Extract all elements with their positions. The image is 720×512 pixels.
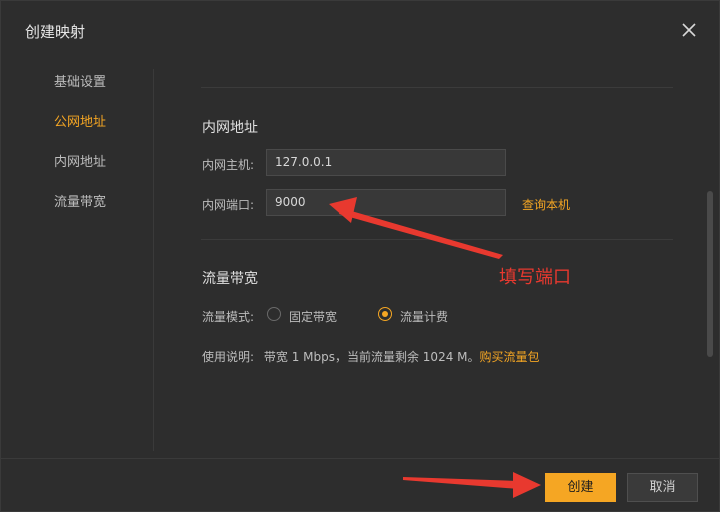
port-label: 内网端口:: [202, 198, 255, 212]
usage-note: 使用说明: 带宽 1 Mbps，当前流量剩余 1024 M。购买流量包: [202, 348, 540, 365]
scrollbar[interactable]: [707, 191, 713, 357]
internal-address-section-title: 内网地址: [202, 120, 258, 136]
sidebar-item-basic-settings[interactable]: 基础设置: [54, 71, 106, 90]
host-label: 内网主机:: [202, 158, 255, 172]
sidebar-item-public-address[interactable]: 公网地址: [54, 111, 106, 130]
section-divider-middle: [201, 239, 673, 240]
query-local-link[interactable]: 查询本机: [522, 196, 570, 213]
bandwidth-section-title: 流量带宽: [202, 271, 258, 287]
sidebar-item-bandwidth[interactable]: 流量带宽: [54, 191, 106, 210]
usage-label: 使用说明:: [202, 350, 255, 364]
usage-text: 带宽 1 Mbps，当前流量剩余 1024 M。: [263, 350, 480, 364]
create-mapping-dialog: 创建映射 基础设置 公网地址 内网地址 流量带宽 内网地址 内网主机: 127.…: [0, 0, 720, 512]
radio-fixed-bandwidth-label[interactable]: 固定带宽: [289, 308, 337, 325]
host-input[interactable]: 127.0.0.1: [266, 149, 506, 176]
radio-traffic-billing-label[interactable]: 流量计费: [400, 308, 448, 325]
close-icon: [682, 23, 696, 37]
arrow-to-create: [403, 472, 541, 498]
dialog-title: 创建映射: [25, 23, 86, 41]
radio-fixed-bandwidth[interactable]: [267, 307, 281, 321]
section-divider-top: [201, 87, 673, 88]
close-button[interactable]: [679, 20, 699, 40]
buy-traffic-link[interactable]: 购买流量包: [480, 350, 540, 364]
footer-divider: [1, 458, 719, 459]
radio-traffic-billing[interactable]: [378, 307, 392, 321]
annotation-arrows: [329, 197, 541, 498]
sidebar-divider: [153, 69, 154, 451]
port-input[interactable]: 9000: [266, 189, 506, 216]
traffic-mode-label: 流量模式:: [202, 310, 255, 324]
cancel-button[interactable]: 取消: [627, 473, 698, 502]
create-button[interactable]: 创建: [545, 473, 616, 502]
annotation-fill-port: 填写端口: [499, 267, 571, 288]
sidebar-item-internal-address[interactable]: 内网地址: [54, 151, 106, 170]
